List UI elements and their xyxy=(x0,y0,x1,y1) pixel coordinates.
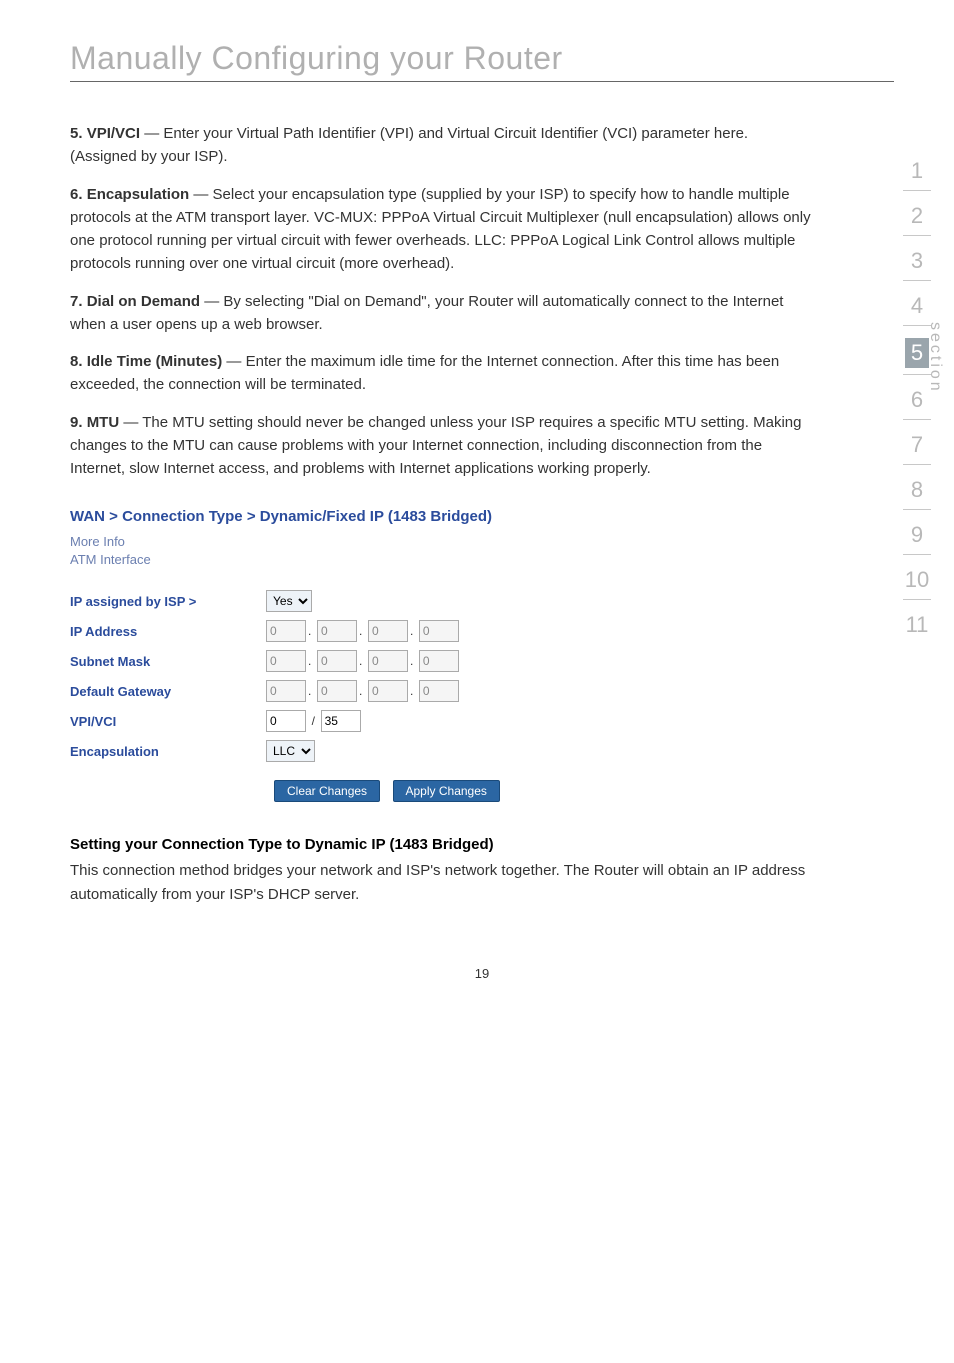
section-sidebar: section 1 2 3 4 5 6 7 8 9 10 11 xyxy=(900,150,934,640)
label-ip-assigned: IP assigned by ISP > xyxy=(70,586,266,616)
item-term: MTU xyxy=(87,414,120,431)
apply-changes-button[interactable]: Apply Changes xyxy=(393,780,500,802)
vpi-input[interactable] xyxy=(266,710,306,732)
section-num-7: 7 xyxy=(900,424,934,460)
wan-form: IP assigned by ISP > Yes IP Address . . … xyxy=(70,586,465,766)
gw-oct-4[interactable] xyxy=(419,680,459,702)
dot: . xyxy=(408,654,415,668)
section-num-9: 9 xyxy=(900,514,934,550)
item-text: — The MTU setting should never be change… xyxy=(70,414,801,478)
section-num-3: 3 xyxy=(900,240,934,276)
label-encapsulation: Encapsulation xyxy=(70,736,266,766)
gw-oct-3[interactable] xyxy=(368,680,408,702)
gw-oct-2[interactable] xyxy=(317,680,357,702)
mask-oct-1[interactable] xyxy=(266,650,306,672)
page-number: 19 xyxy=(70,966,894,981)
title-rule xyxy=(70,81,894,82)
label-subnet-mask: Subnet Mask xyxy=(70,646,266,676)
wan-section-title: WAN > Connection Type > Dynamic/Fixed IP… xyxy=(70,508,894,525)
button-row: Clear Changes Apply Changes xyxy=(270,766,894,802)
ip-assigned-select[interactable]: Yes xyxy=(266,590,312,612)
item-text: — Enter your Virtual Path Identifier (VP… xyxy=(70,125,748,165)
gw-oct-1[interactable] xyxy=(266,680,306,702)
item-number: 8. xyxy=(70,353,83,370)
more-info-block: More Info ATM Interface xyxy=(70,533,894,568)
dot: . xyxy=(306,624,313,638)
section-divider xyxy=(903,509,931,510)
ip-oct-4[interactable] xyxy=(419,620,459,642)
item-term: Encapsulation xyxy=(87,186,190,203)
item-number: 5. xyxy=(70,125,83,142)
sidebar-label: section xyxy=(926,322,944,394)
subsection-heading: Setting your Connection Type to Dynamic … xyxy=(70,836,894,853)
label-default-gateway: Default Gateway xyxy=(70,676,266,706)
page-title: Manually Configuring your Router xyxy=(70,40,894,77)
section-divider xyxy=(903,464,931,465)
encapsulation-select[interactable]: LLC xyxy=(266,740,315,762)
section-divider xyxy=(903,419,931,420)
section-divider xyxy=(903,190,931,191)
mask-oct-2[interactable] xyxy=(317,650,357,672)
section-num-4: 4 xyxy=(900,285,934,321)
section-num-2: 2 xyxy=(900,195,934,231)
section-divider xyxy=(903,554,931,555)
item-number: 6. xyxy=(70,186,83,203)
dot: . xyxy=(357,624,364,638)
ip-oct-3[interactable] xyxy=(368,620,408,642)
instruction-list: 5. VPI/VCI — Enter your Virtual Path Ide… xyxy=(70,122,814,480)
clear-changes-button[interactable]: Clear Changes xyxy=(274,780,380,802)
item-term: Idle Time (Minutes) xyxy=(87,353,223,370)
item-number: 9. xyxy=(70,414,83,431)
dot: . xyxy=(357,654,364,668)
more-info-line: More Info xyxy=(70,533,894,551)
dot: . xyxy=(408,684,415,698)
item-term: Dial on Demand xyxy=(87,293,200,310)
section-divider xyxy=(903,280,931,281)
label-ip-address: IP Address xyxy=(70,616,266,646)
mask-oct-4[interactable] xyxy=(419,650,459,672)
more-info-line: ATM Interface xyxy=(70,551,894,569)
section-num-1: 1 xyxy=(900,150,934,186)
section-num-11: 11 xyxy=(900,604,934,640)
label-vpi-vci: VPI/VCI xyxy=(70,706,266,736)
vci-input[interactable] xyxy=(321,710,361,732)
dot: . xyxy=(357,684,364,698)
mask-oct-3[interactable] xyxy=(368,650,408,672)
slash: / xyxy=(310,714,317,728)
section-num-8: 8 xyxy=(900,469,934,505)
item-number: 7. xyxy=(70,293,83,310)
ip-oct-2[interactable] xyxy=(317,620,357,642)
dot: . xyxy=(306,684,313,698)
section-divider xyxy=(903,235,931,236)
item-term: VPI/VCI xyxy=(87,125,140,142)
section-num-10: 10 xyxy=(900,559,934,595)
dot: . xyxy=(408,624,415,638)
dot: . xyxy=(306,654,313,668)
subsection-paragraph: This connection method bridges your netw… xyxy=(70,859,894,906)
ip-oct-1[interactable] xyxy=(266,620,306,642)
section-divider xyxy=(903,599,931,600)
